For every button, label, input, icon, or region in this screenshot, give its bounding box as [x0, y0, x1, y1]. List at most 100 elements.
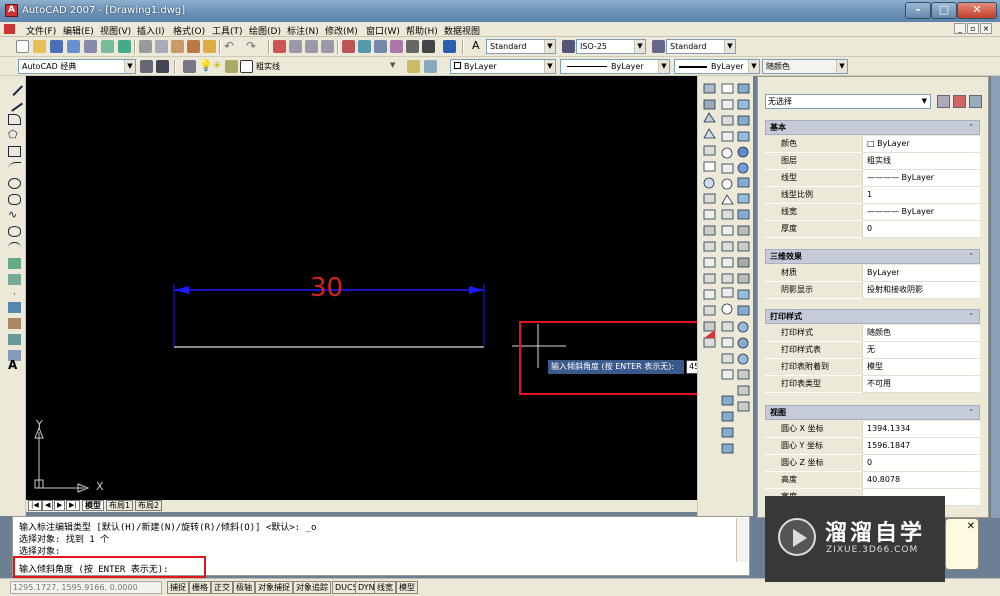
menu-window[interactable]: 窗口(W) — [366, 24, 400, 37]
point-icon[interactable]: · — [8, 290, 21, 301]
zoom-realtime-icon[interactable] — [289, 40, 302, 53]
ellipse-arc-icon[interactable] — [8, 242, 21, 253]
revision-cloud-icon[interactable] — [8, 194, 21, 205]
region-icon[interactable] — [8, 334, 21, 345]
section-basic[interactable]: 基本 ⌃ — [765, 120, 980, 135]
grid-toggle[interactable]: 栅格 — [189, 581, 211, 594]
tab-prev-icon[interactable]: ◀ — [42, 500, 54, 511]
pan-icon[interactable] — [273, 40, 286, 53]
tab-first-icon[interactable]: |◀ — [28, 500, 42, 511]
plot-preview-icon[interactable] — [84, 40, 97, 53]
prop-row[interactable]: 打印样式表无 — [765, 342, 980, 359]
document-icon[interactable] — [4, 24, 15, 34]
osnap-toggle[interactable]: 对象捕捉 — [255, 581, 293, 594]
lineweight-select[interactable]: ByLayer ▼ — [674, 59, 760, 74]
ellipse-icon[interactable] — [8, 226, 21, 237]
workspace-settings-icon[interactable] — [140, 60, 153, 73]
help-icon[interactable] — [443, 40, 456, 53]
prop-row[interactable]: 颜色 □ ByLayer — [765, 136, 980, 153]
prop-row[interactable]: 圆心 Z 坐标 0 — [765, 455, 980, 472]
insert-block-icon[interactable] — [8, 258, 21, 269]
collapse-icon[interactable]: ⌃ — [966, 122, 976, 132]
layer-dropdown-arrow[interactable]: ▼ — [390, 61, 395, 69]
publish-icon[interactable] — [101, 40, 114, 53]
tab-next-icon[interactable]: ▶ — [54, 500, 66, 511]
paste-icon[interactable] — [171, 40, 184, 53]
make-object-layer-current-icon[interactable] — [407, 60, 420, 73]
match-properties-icon[interactable] — [187, 40, 200, 53]
redo-icon[interactable]: ↷ — [246, 40, 259, 53]
select-objects-icon[interactable] — [953, 95, 966, 108]
menu-edit[interactable]: 编辑(E) — [63, 24, 94, 37]
communication-center-bubble[interactable]: ✕ — [945, 518, 979, 570]
maximize-button[interactable]: □ — [931, 2, 957, 19]
workspace-save-icon[interactable] — [156, 60, 169, 73]
gradient-icon[interactable] — [8, 318, 21, 329]
mdi-minimize-button[interactable]: _ — [954, 23, 966, 34]
arc-icon[interactable] — [8, 162, 21, 173]
drawing-canvas[interactable]: 30 Y X — [26, 76, 697, 500]
hatch-icon[interactable] — [8, 302, 21, 313]
close-button[interactable]: ✕ — [957, 2, 997, 19]
ortho-toggle[interactable]: 正交 — [211, 581, 233, 594]
menu-dimension[interactable]: 标注(N) — [287, 24, 319, 37]
menu-data-view[interactable]: 数据视图 — [444, 24, 480, 37]
command-scrollbar[interactable] — [736, 518, 748, 562]
toggle-pickadd-icon[interactable] — [937, 95, 950, 108]
polar-toggle[interactable]: 极轴 — [233, 581, 255, 594]
collapse-icon[interactable]: ⌃ — [966, 311, 976, 321]
menu-help[interactable]: 帮助(H) — [406, 24, 438, 37]
section-view[interactable]: 视图 ⌃ — [765, 405, 980, 420]
construction-line-icon[interactable] — [6, 95, 23, 112]
3d-dwf-icon[interactable] — [118, 40, 131, 53]
open-icon[interactable] — [33, 40, 46, 53]
minimize-button[interactable]: – — [905, 2, 931, 19]
lineweight-toggle[interactable]: 线宽 — [374, 581, 396, 594]
plotstyle-select[interactable]: 随颜色 ▼ — [762, 59, 848, 74]
prop-row[interactable]: 阴影显示 投射和接收阴影 — [765, 282, 980, 299]
calculator-icon[interactable] — [422, 40, 435, 53]
prop-row[interactable]: 圆心 Y 坐标 1596.1847 — [765, 438, 980, 455]
menu-view[interactable]: 视图(V) — [100, 24, 131, 37]
selection-dropdown[interactable]: 无选择 ▼ — [765, 94, 931, 109]
copy-icon[interactable] — [155, 40, 168, 53]
tool-palettes-icon[interactable] — [374, 40, 387, 53]
plot-icon[interactable] — [67, 40, 80, 53]
undo-icon[interactable]: ↶ — [224, 40, 237, 53]
prop-row[interactable]: 打印表附着到 模型 — [765, 359, 980, 376]
prop-row[interactable]: 线型比例 1 — [765, 187, 980, 204]
dim-style-select[interactable]: ISO-25 ▼ — [576, 39, 646, 54]
new-icon[interactable] — [16, 40, 29, 53]
layer-lock-icon[interactable] — [225, 60, 238, 73]
tab-layout1[interactable]: 布局1 — [106, 500, 134, 511]
block-editor-icon[interactable] — [203, 40, 216, 53]
prop-row[interactable]: 图层 粗实线 — [765, 153, 980, 170]
section-3d-effects[interactable]: 三维效果 ⌃ — [765, 249, 980, 264]
linetype-select[interactable]: ByLayer ▼ — [560, 59, 670, 74]
mdi-restore-button[interactable]: ▫ — [967, 23, 979, 34]
quick-select-icon[interactable] — [969, 95, 982, 108]
prop-row[interactable]: 厚度 0 — [765, 221, 980, 238]
save-icon[interactable] — [50, 40, 63, 53]
autocad-app-icon[interactable]: A — [5, 4, 18, 17]
layer-color-icon[interactable] — [240, 60, 253, 73]
menu-modify[interactable]: 修改(M) — [325, 24, 358, 37]
tab-model[interactable]: 模型 — [82, 500, 104, 511]
prop-row[interactable]: 线型 ———— ByLayer — [765, 170, 980, 187]
make-block-icon[interactable] — [8, 274, 21, 285]
design-center-icon[interactable] — [358, 40, 371, 53]
collapse-icon[interactable]: ⌃ — [966, 251, 976, 261]
polyline-icon[interactable] — [8, 114, 21, 125]
prop-row[interactable]: 高度 40.8078 — [765, 472, 980, 489]
line-icon[interactable] — [6, 79, 23, 96]
prop-row[interactable]: 打印样式 随颜色 — [765, 325, 980, 342]
layer-freeze-icon[interactable]: ☀ — [212, 60, 225, 73]
cut-icon[interactable] — [139, 40, 152, 53]
zoom-previous-icon[interactable] — [321, 40, 334, 53]
menu-file[interactable]: 文件(F) — [26, 24, 56, 37]
properties-icon[interactable] — [342, 40, 355, 53]
prop-row[interactable]: 材质 ByLayer — [765, 265, 980, 282]
multiline-text-icon[interactable]: A — [8, 359, 21, 371]
tab-last-icon[interactable]: ▶| — [66, 500, 80, 511]
prop-row[interactable]: 线宽 ———— ByLayer — [765, 204, 980, 221]
